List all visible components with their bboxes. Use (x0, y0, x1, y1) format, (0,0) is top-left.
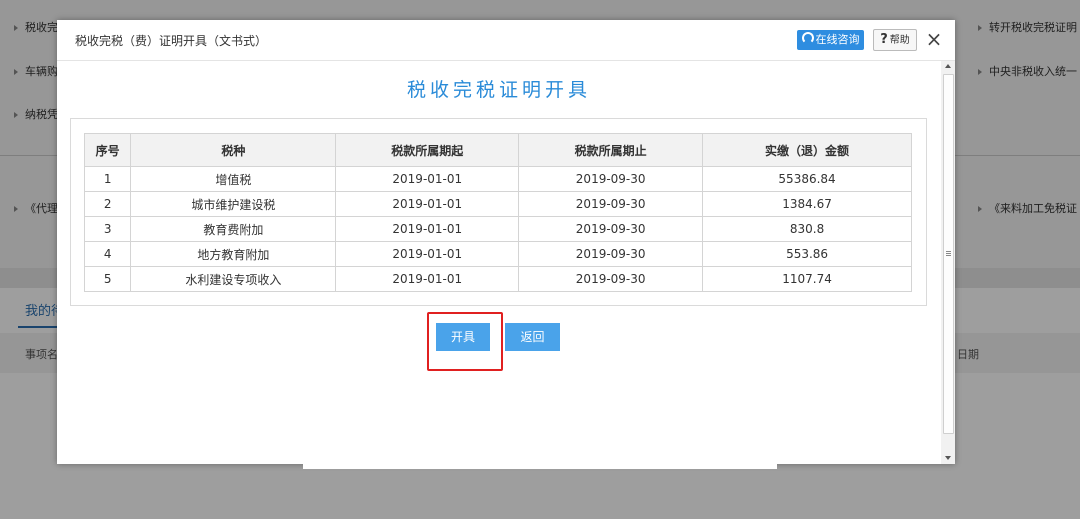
cell-period-end: 2019-09-30 (518, 241, 704, 267)
headset-icon (801, 32, 814, 44)
col-header-period-end: 税款所属期止 (518, 133, 704, 167)
dialog-title: 税收完税（费）证明开具（文书式） (75, 34, 268, 48)
cell-period-start: 2019-01-01 (335, 241, 520, 267)
scroll-down-icon[interactable] (945, 456, 951, 460)
cell-index: 4 (83, 241, 132, 267)
cell-tax-type: 水利建设专项收入 (130, 266, 337, 292)
cell-period-end: 2019-09-30 (518, 191, 704, 217)
table-row: 3 教育费附加 2019-01-01 2019-09-30 830.8 (83, 216, 912, 242)
cell-period-start: 2019-01-01 (335, 216, 520, 242)
col-header-index: 序号 (83, 133, 132, 167)
table-row: 5 水利建设专项收入 2019-01-01 2019-09-30 1107.74 (83, 266, 912, 292)
table-row: 4 地方教育附加 2019-01-01 2019-09-30 553.86 (83, 241, 912, 267)
cell-tax-type: 城市维护建设税 (130, 191, 337, 217)
highlight-annotation (427, 312, 503, 371)
dialog-bottom-strip (303, 464, 777, 469)
col-header-amount: 实缴（退）金额 (702, 133, 912, 167)
cell-tax-type: 教育费附加 (130, 216, 337, 242)
cell-tax-type: 地方教育附加 (130, 241, 337, 267)
tax-table-panel: 序号 税种 税款所属期起 税款所属期止 实缴（退）金额 1 增值税 2019-0… (70, 118, 927, 306)
page-title: 税收完税证明开具 (406, 79, 591, 101)
table-row: 1 增值税 2019-01-01 2019-09-30 55386.84 (83, 166, 912, 192)
tax-certificate-dialog: 税收完税（费）证明开具（文书式） 在线咨询 ? 帮助 × 税收完税证明开具 序号 … (57, 20, 955, 464)
cell-amount: 1384.67 (702, 191, 912, 217)
cell-amount: 830.8 (702, 216, 912, 242)
help-label: 帮助 (889, 35, 910, 46)
dialog-body: 税收完税证明开具 序号 税种 税款所属期起 税款所属期止 实缴（退）金额 1 增… (57, 61, 941, 464)
online-consult-button[interactable]: 在线咨询 (797, 30, 864, 50)
cell-amount: 1107.74 (702, 266, 912, 292)
cell-period-end: 2019-09-30 (518, 266, 704, 292)
cell-period-end: 2019-09-30 (518, 216, 704, 242)
cell-period-end: 2019-09-30 (518, 166, 704, 192)
table-header-row: 序号 税种 税款所属期起 税款所属期止 实缴（退）金额 (83, 133, 912, 167)
close-icon[interactable]: × (924, 27, 944, 51)
tax-table: 序号 税种 税款所属期起 税款所属期止 实缴（退）金额 1 增值税 2019-0… (83, 133, 912, 292)
cell-tax-type: 增值税 (130, 166, 337, 192)
scroll-grip-icon (946, 251, 951, 252)
back-button[interactable]: 返回 (505, 323, 560, 351)
cell-amount: 553.86 (702, 241, 912, 267)
col-header-period-start: 税款所属期起 (335, 133, 520, 167)
cell-index: 2 (83, 191, 132, 217)
cell-period-start: 2019-01-01 (335, 166, 520, 192)
table-row: 2 城市维护建设税 2019-01-01 2019-09-30 1384.67 (83, 191, 912, 217)
cell-index: 5 (83, 266, 132, 292)
scroll-up-icon[interactable] (945, 64, 951, 68)
cell-period-start: 2019-01-01 (335, 191, 520, 217)
col-header-tax-type: 税种 (130, 133, 337, 167)
help-icon: ? (880, 32, 888, 47)
cell-index: 3 (83, 216, 132, 242)
online-consult-label: 在线咨询 (815, 33, 860, 46)
cell-index: 1 (83, 166, 132, 192)
dialog-header: 税收完税（费）证明开具（文书式） 在线咨询 ? 帮助 × (57, 20, 955, 61)
vertical-scrollbar[interactable] (941, 61, 955, 464)
cell-amount: 55386.84 (702, 166, 912, 192)
cell-period-start: 2019-01-01 (335, 266, 520, 292)
scroll-thumb[interactable] (943, 74, 954, 434)
help-button[interactable]: ? 帮助 (873, 29, 917, 51)
